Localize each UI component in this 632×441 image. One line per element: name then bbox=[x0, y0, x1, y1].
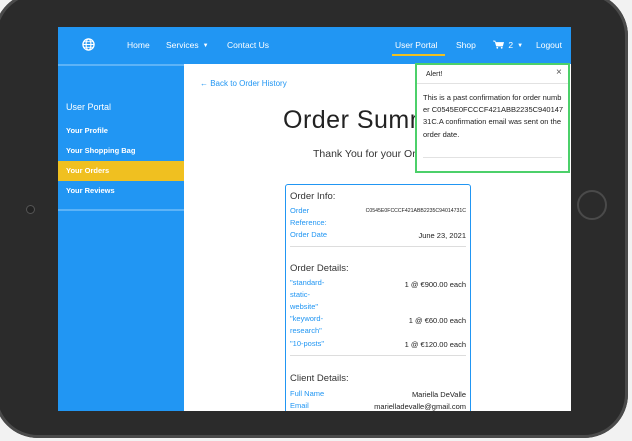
divider bbox=[290, 355, 466, 356]
order-item-name: "standard-static-website" bbox=[290, 278, 325, 311]
sidebar-item-reviews[interactable]: Your Reviews bbox=[58, 181, 184, 201]
sidebar-title: User Portal bbox=[66, 102, 112, 112]
nav-shop[interactable]: Shop bbox=[456, 40, 476, 50]
caret-down-icon: ▼ bbox=[202, 42, 209, 49]
order-item-price: 1 @ €60.00 each bbox=[408, 316, 466, 325]
alert-divider bbox=[423, 157, 562, 158]
order-date-value: June 23, 2021 bbox=[418, 231, 466, 240]
sidebar-item-orders[interactable]: Your Orders bbox=[58, 161, 184, 181]
camera-icon bbox=[26, 205, 35, 214]
order-date-label: Order Date bbox=[290, 230, 328, 239]
close-icon[interactable]: × bbox=[556, 67, 562, 78]
nav-logout[interactable]: Logout bbox=[536, 40, 562, 50]
cart-icon bbox=[493, 40, 505, 49]
alert-header: Alert! × bbox=[417, 65, 568, 84]
back-to-order-history-link[interactable]: ← Back to Order History bbox=[200, 79, 287, 88]
client-details-heading: Client Details: bbox=[290, 373, 349, 384]
alert-message: This is a past confirmation for order nu… bbox=[423, 93, 564, 139]
nav-home[interactable]: Home bbox=[127, 40, 150, 50]
sidebar: User Portal Your Profile Your Shopping B… bbox=[58, 64, 184, 411]
sidebar-item-profile[interactable]: Your Profile bbox=[58, 121, 184, 141]
alert-title: Alert! bbox=[426, 71, 443, 78]
navbar: Home Services ▼ Contact Us User Portal Sh… bbox=[58, 27, 571, 64]
client-email-value: marielladevalle@gmail.com bbox=[374, 402, 466, 411]
divider bbox=[290, 246, 466, 247]
client-name-label: Full Name bbox=[290, 389, 325, 398]
order-reference-value: C0545E0FCCCF421ABB2235C94014731C bbox=[365, 208, 466, 214]
nav-services-label: Services bbox=[166, 40, 199, 50]
nav-user-portal[interactable]: User Portal bbox=[395, 40, 438, 50]
client-email-label: Email bbox=[290, 401, 309, 410]
nav-services[interactable]: Services ▼ bbox=[166, 40, 209, 50]
sidebar-divider bbox=[58, 209, 184, 211]
active-nav-indicator bbox=[392, 54, 445, 56]
sidebar-item-shopping-bag[interactable]: Your Shopping Bag bbox=[58, 141, 184, 161]
order-reference-label: Order Reference: bbox=[290, 206, 327, 227]
cart-count-badge: 2 bbox=[508, 40, 514, 50]
order-info-heading: Order Info: bbox=[290, 191, 336, 202]
sidebar-divider bbox=[58, 64, 184, 66]
nav-contact[interactable]: Contact Us bbox=[227, 40, 269, 50]
caret-down-icon: ▼ bbox=[517, 42, 524, 49]
order-item-price: 1 @ €900.00 each bbox=[404, 280, 466, 289]
home-button[interactable] bbox=[577, 190, 607, 220]
order-item-name: "keyword-research" bbox=[290, 314, 324, 335]
order-item-price: 1 @ €120.00 each bbox=[404, 340, 466, 349]
nav-cart[interactable]: 2 ▼ bbox=[493, 40, 523, 50]
order-summary-card: Order Info: Order Reference: C0545E0FCCC… bbox=[285, 184, 471, 411]
order-details-heading: Order Details: bbox=[290, 263, 349, 274]
alert-toast: Alert! × This is a past confirmation for… bbox=[415, 63, 570, 173]
order-item-name: "10-posts" bbox=[290, 339, 325, 348]
globe-icon[interactable] bbox=[82, 38, 95, 51]
client-name-value: Mariella DeValle bbox=[411, 390, 466, 399]
